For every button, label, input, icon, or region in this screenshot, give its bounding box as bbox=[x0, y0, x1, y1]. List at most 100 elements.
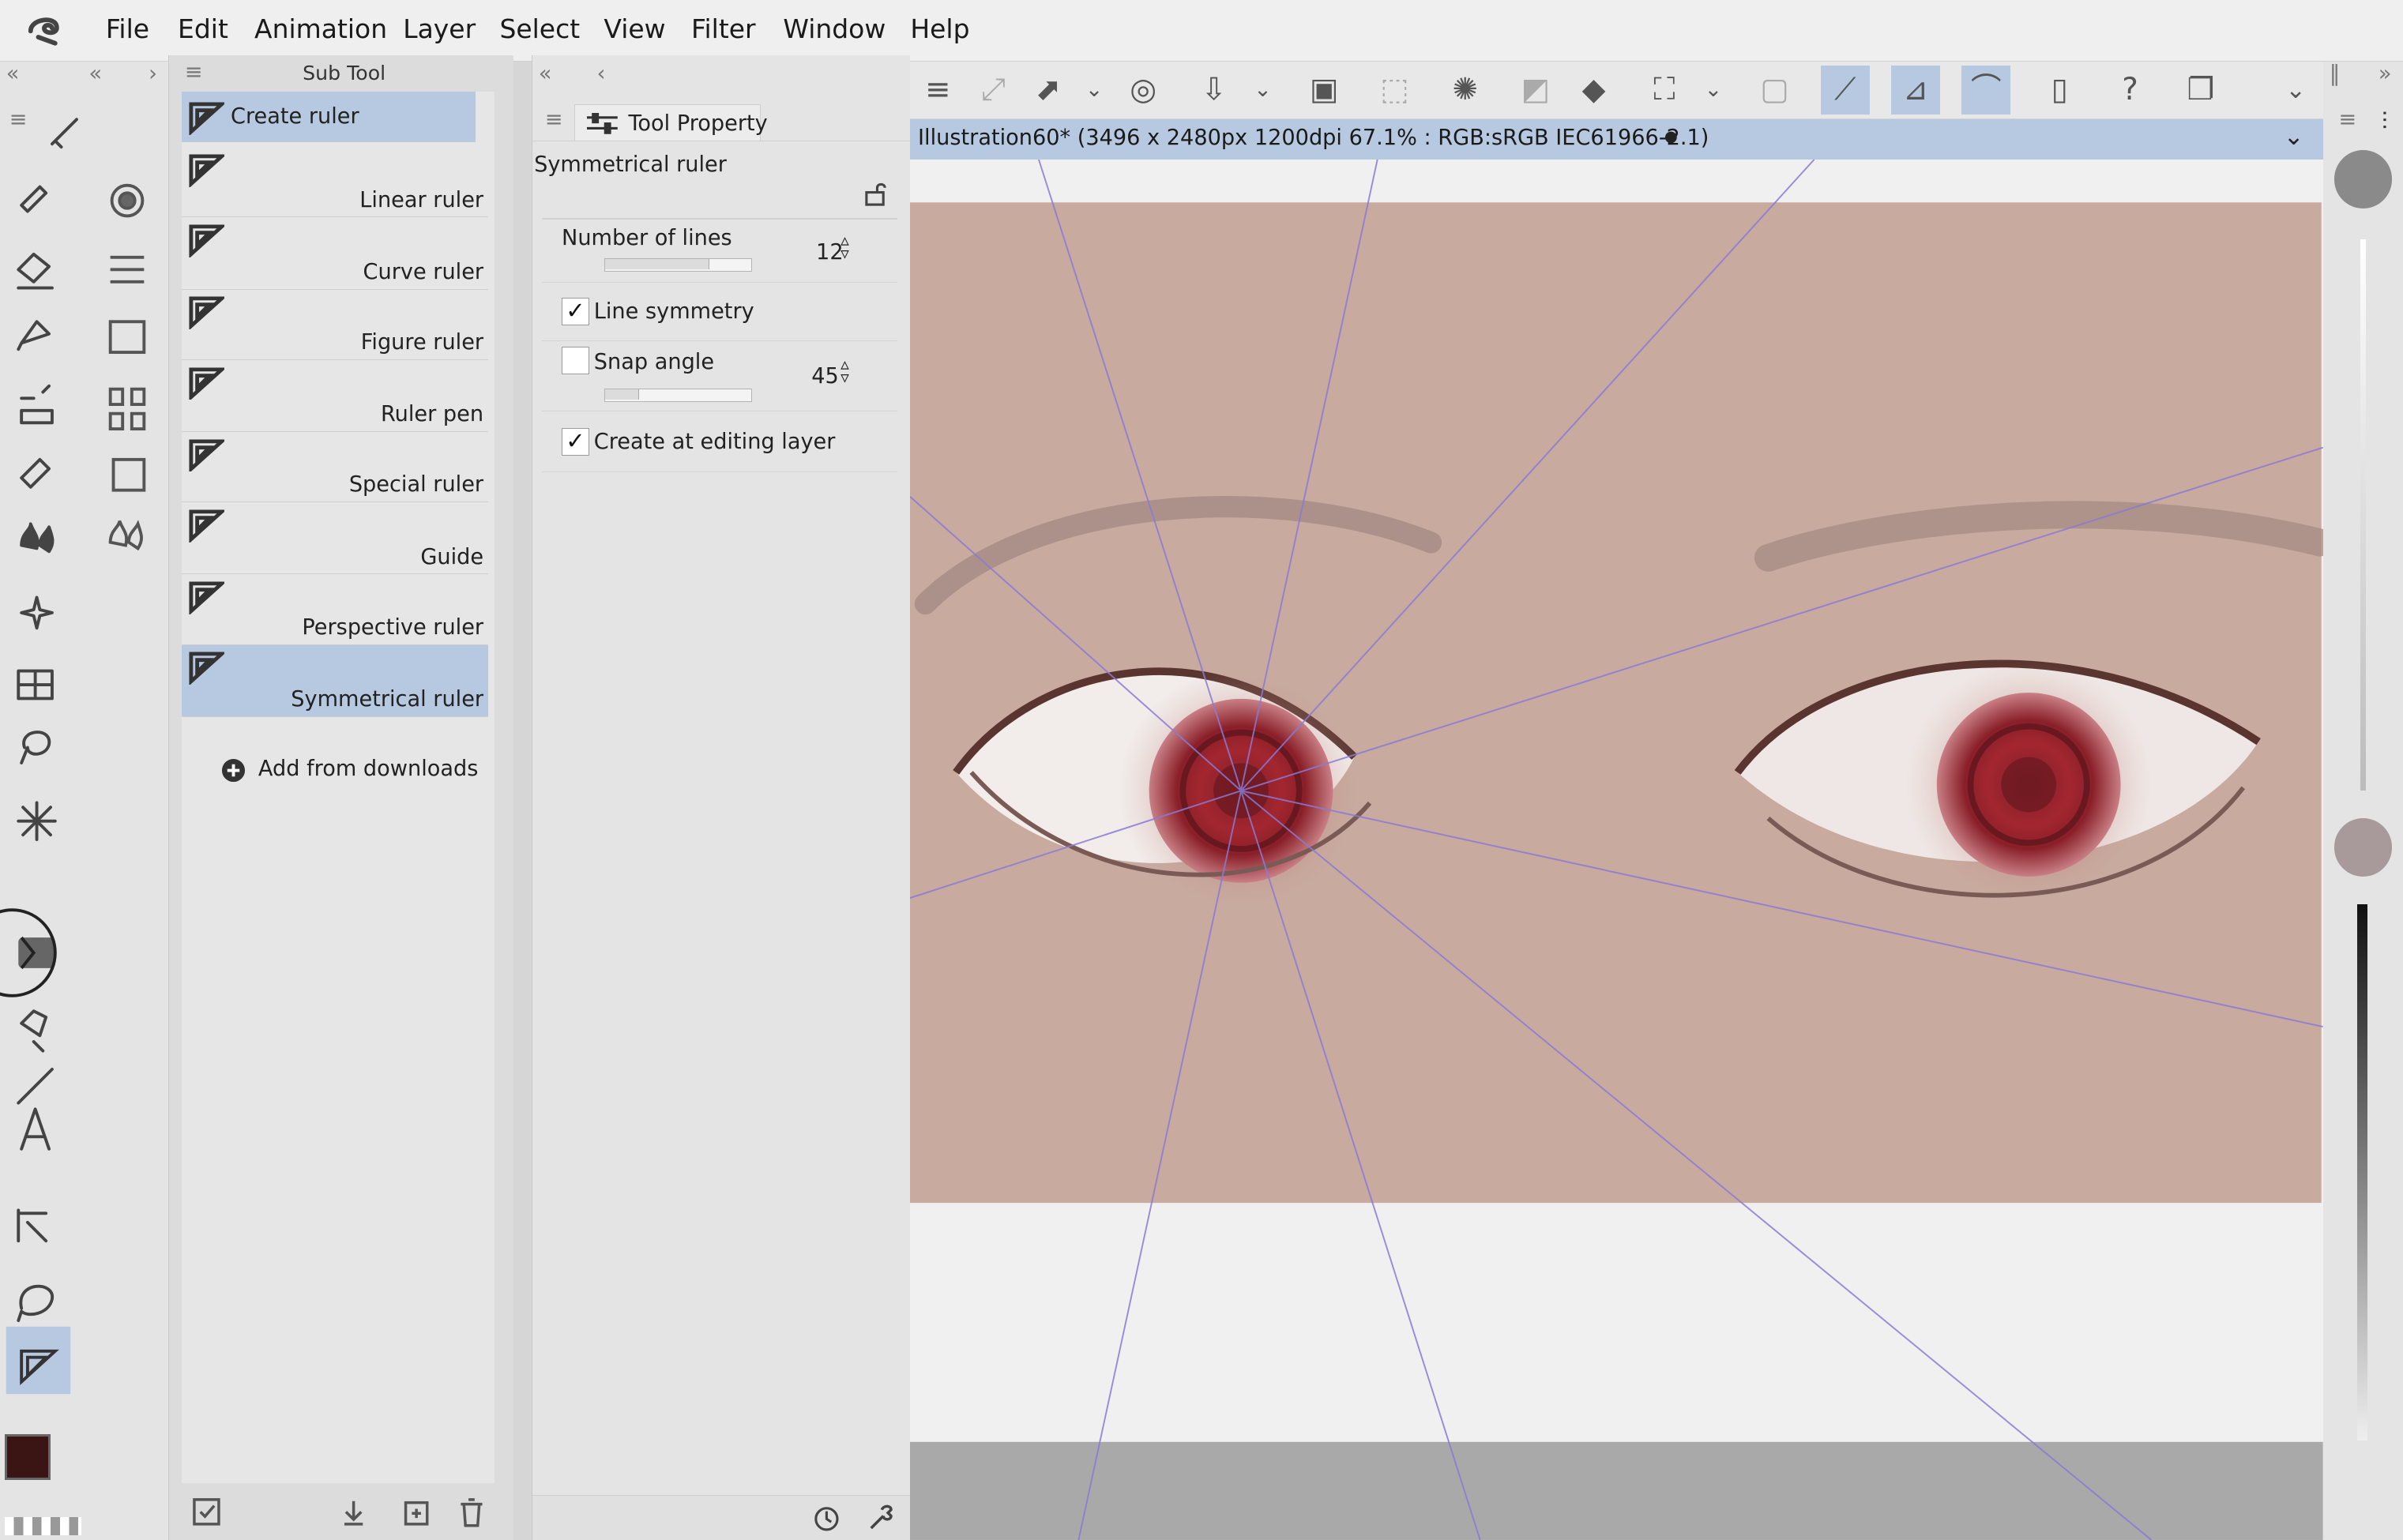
brush-size-icon[interactable]: ⫶ bbox=[2382, 107, 2388, 137]
command-bar: ≡ ⤢ ⬈ ⌄ ◎ ⇩ ⌄ ▣ ⬚ ✺ ◩ ◆ ⛶ ⌄ ▢ ⟋ ⊿ ⌒ ▯ ? … bbox=[910, 61, 2324, 120]
snap-to-special-ruler-icon[interactable]: ⊿ bbox=[1890, 66, 1941, 115]
snap-angle-spinner[interactable]: ▵ ▿ bbox=[840, 356, 849, 387]
spiral-icon[interactable]: ◎ bbox=[1119, 66, 1168, 115]
invert-selection-icon[interactable]: ✺ bbox=[1441, 66, 1490, 115]
sub-tool-item-symmetrical-ruler[interactable]: Symmetrical ruler bbox=[181, 644, 488, 717]
sub-tool-footer-icons bbox=[192, 1498, 483, 1527]
plus-circle-icon bbox=[222, 759, 246, 783]
select-all-icon[interactable]: ▣ bbox=[1299, 66, 1348, 115]
tool-name-label: Symmetrical ruler bbox=[534, 152, 727, 178]
restore-default-icon[interactable] bbox=[811, 1502, 842, 1533]
expand-right-icon[interactable]: » bbox=[2379, 62, 2392, 86]
sub-tool-item-perspective-ruler[interactable]: Perspective ruler bbox=[181, 574, 488, 645]
sub-tool-item-ruler-pen[interactable]: Ruler pen bbox=[181, 360, 488, 433]
ruler-icon bbox=[189, 509, 225, 543]
sub-tool-item-guide[interactable]: Guide bbox=[181, 502, 488, 575]
brush-size-slider[interactable] bbox=[2360, 239, 2367, 791]
panel-menu-icon[interactable]: ≡ bbox=[545, 107, 563, 132]
sub-tool-panel: ≡ Sub Tool Create ruler Linear ruler Cur… bbox=[168, 54, 513, 1540]
menu-bar: File Edit Animation Layer Select View Fi… bbox=[0, 0, 2403, 62]
menu-window[interactable]: Window bbox=[783, 13, 886, 44]
menu-filter[interactable]: Filter bbox=[691, 13, 756, 44]
border-icon[interactable]: ▢ bbox=[1750, 66, 1799, 115]
collapse-left-icon[interactable]: « bbox=[539, 62, 552, 86]
document-tab[interactable]: Illustration60* (3496 x 2480px 1200dpi 6… bbox=[910, 119, 2324, 160]
tab-tool-property[interactable]: Tool Property bbox=[573, 103, 768, 141]
line-symmetry-label: Line symmetry bbox=[593, 299, 754, 325]
wrench-icon[interactable] bbox=[865, 1502, 896, 1533]
clear-icon[interactable]: ◩ bbox=[1511, 66, 1560, 115]
sliders-icon bbox=[587, 112, 618, 134]
snap-to-grid-icon[interactable]: ⌒ bbox=[1961, 66, 2011, 115]
menu-select[interactable]: Select bbox=[499, 13, 580, 44]
fill-icon[interactable]: ◆ bbox=[1570, 66, 1619, 115]
tab-dropdown-icon[interactable]: ⌄ bbox=[2284, 122, 2304, 151]
menu-animation[interactable]: Animation bbox=[254, 13, 387, 44]
app-logo-icon[interactable] bbox=[24, 13, 64, 56]
sub-tool-list: Create ruler Linear ruler Curve ruler Fi… bbox=[181, 92, 495, 1483]
snap-angle-value[interactable]: 45 bbox=[811, 364, 839, 389]
deselect-icon[interactable]: ⬚ bbox=[1370, 66, 1419, 115]
transparent-color-swatch[interactable] bbox=[4, 1516, 81, 1535]
sub-tool-item-linear-ruler[interactable]: Linear ruler bbox=[181, 147, 488, 218]
tool-palette: « « › ≡ bbox=[0, 61, 172, 1540]
number-of-lines-spinner[interactable]: ▵ ▿ bbox=[840, 232, 849, 263]
canvas-area[interactable] bbox=[909, 159, 2334, 1540]
import-icon[interactable]: ⇩ bbox=[1189, 66, 1238, 115]
number-of-lines-label: Number of lines bbox=[562, 226, 732, 251]
transform-icon[interactable]: ⬈ bbox=[1024, 66, 1073, 115]
snap-angle-checkbox[interactable] bbox=[562, 347, 589, 375]
sub-tool-item-special-ruler[interactable]: Special ruler bbox=[181, 432, 488, 503]
snap-angle-slider[interactable] bbox=[604, 388, 752, 403]
device-icon[interactable]: ▯ bbox=[2035, 66, 2084, 115]
chevron-left-icon[interactable]: ‹ bbox=[597, 62, 606, 86]
collapse-left-icon-2[interactable]: « bbox=[89, 62, 103, 86]
create-at-editing-layer-row: ✓ Create at editing layer bbox=[541, 411, 897, 473]
sub-tool-item-create-ruler[interactable]: Create ruler bbox=[181, 92, 476, 143]
tool-property-footer bbox=[532, 1495, 912, 1540]
ruler-icon bbox=[189, 652, 225, 685]
sub-tool-title: Sub Tool bbox=[303, 61, 386, 85]
chevron-down-icon-3[interactable]: ⌄ bbox=[1689, 66, 1738, 115]
chevron-down-icon[interactable]: ⌄ bbox=[1070, 66, 1119, 115]
tool-property-body: Symmetrical ruler Number of lines 12 ▵ ▿ … bbox=[532, 141, 912, 1520]
menu-edit[interactable]: Edit bbox=[178, 13, 228, 44]
create-at-editing-layer-checkbox[interactable]: ✓ bbox=[562, 428, 589, 456]
tool-icons-column bbox=[0, 118, 146, 1395]
menu-view[interactable]: View bbox=[604, 13, 665, 44]
unlock-icon[interactable] bbox=[863, 182, 888, 206]
command-bar-menu-icon[interactable]: ≡ bbox=[913, 66, 962, 115]
brush-opacity-slider[interactable] bbox=[2356, 903, 2368, 1440]
sub-tool-item-figure-ruler[interactable]: Figure ruler bbox=[181, 290, 488, 360]
chevron-down-icon-2[interactable]: ⌄ bbox=[1239, 66, 1288, 115]
snap-to-ruler-icon[interactable]: ⟋ bbox=[1820, 66, 1870, 115]
collapse-left-icon[interactable]: « bbox=[6, 62, 20, 86]
menu-layer[interactable]: Layer bbox=[403, 13, 476, 44]
number-of-lines-value[interactable]: 12 bbox=[816, 240, 844, 265]
sub-tool-label: Guide bbox=[420, 544, 484, 569]
expand-right-icon[interactable]: › bbox=[149, 62, 157, 86]
panel-menu-icon[interactable]: ≡ bbox=[2338, 107, 2356, 132]
sub-tool-scrollbar[interactable] bbox=[513, 61, 532, 1540]
ruler-icon bbox=[189, 367, 225, 400]
number-of-lines-slider[interactable] bbox=[604, 257, 752, 272]
sub-tool-label: Curve ruler bbox=[363, 259, 484, 284]
ruler-icon bbox=[189, 102, 225, 135]
sub-tool-item-curve-ruler[interactable]: Curve ruler bbox=[181, 217, 488, 290]
tool-property-tab-label: Tool Property bbox=[628, 111, 768, 136]
main-color-swatch[interactable] bbox=[4, 1433, 51, 1481]
ruler-icon bbox=[189, 296, 225, 330]
fit-canvas-icon[interactable]: ⤢ bbox=[968, 66, 1017, 115]
sub-tool-label: Symmetrical ruler bbox=[291, 687, 484, 712]
help-icon[interactable]: ? bbox=[2106, 66, 2155, 115]
crop-icon[interactable]: ⛶ bbox=[1640, 66, 1689, 115]
menu-help[interactable]: Help bbox=[910, 13, 969, 44]
chevron-down-icon-4[interactable]: ⌄ bbox=[2271, 66, 2320, 115]
copy-icon[interactable]: ❐ bbox=[2176, 66, 2225, 115]
line-symmetry-checkbox[interactable]: ✓ bbox=[562, 298, 589, 326]
sub-tool-menu-icon[interactable]: ≡ bbox=[185, 60, 203, 85]
ruler-icon bbox=[189, 154, 225, 187]
menu-file[interactable]: File bbox=[106, 13, 149, 44]
brush-opacity-preview bbox=[2333, 817, 2393, 877]
collapse-icon[interactable]: ‖ bbox=[2330, 62, 2341, 86]
